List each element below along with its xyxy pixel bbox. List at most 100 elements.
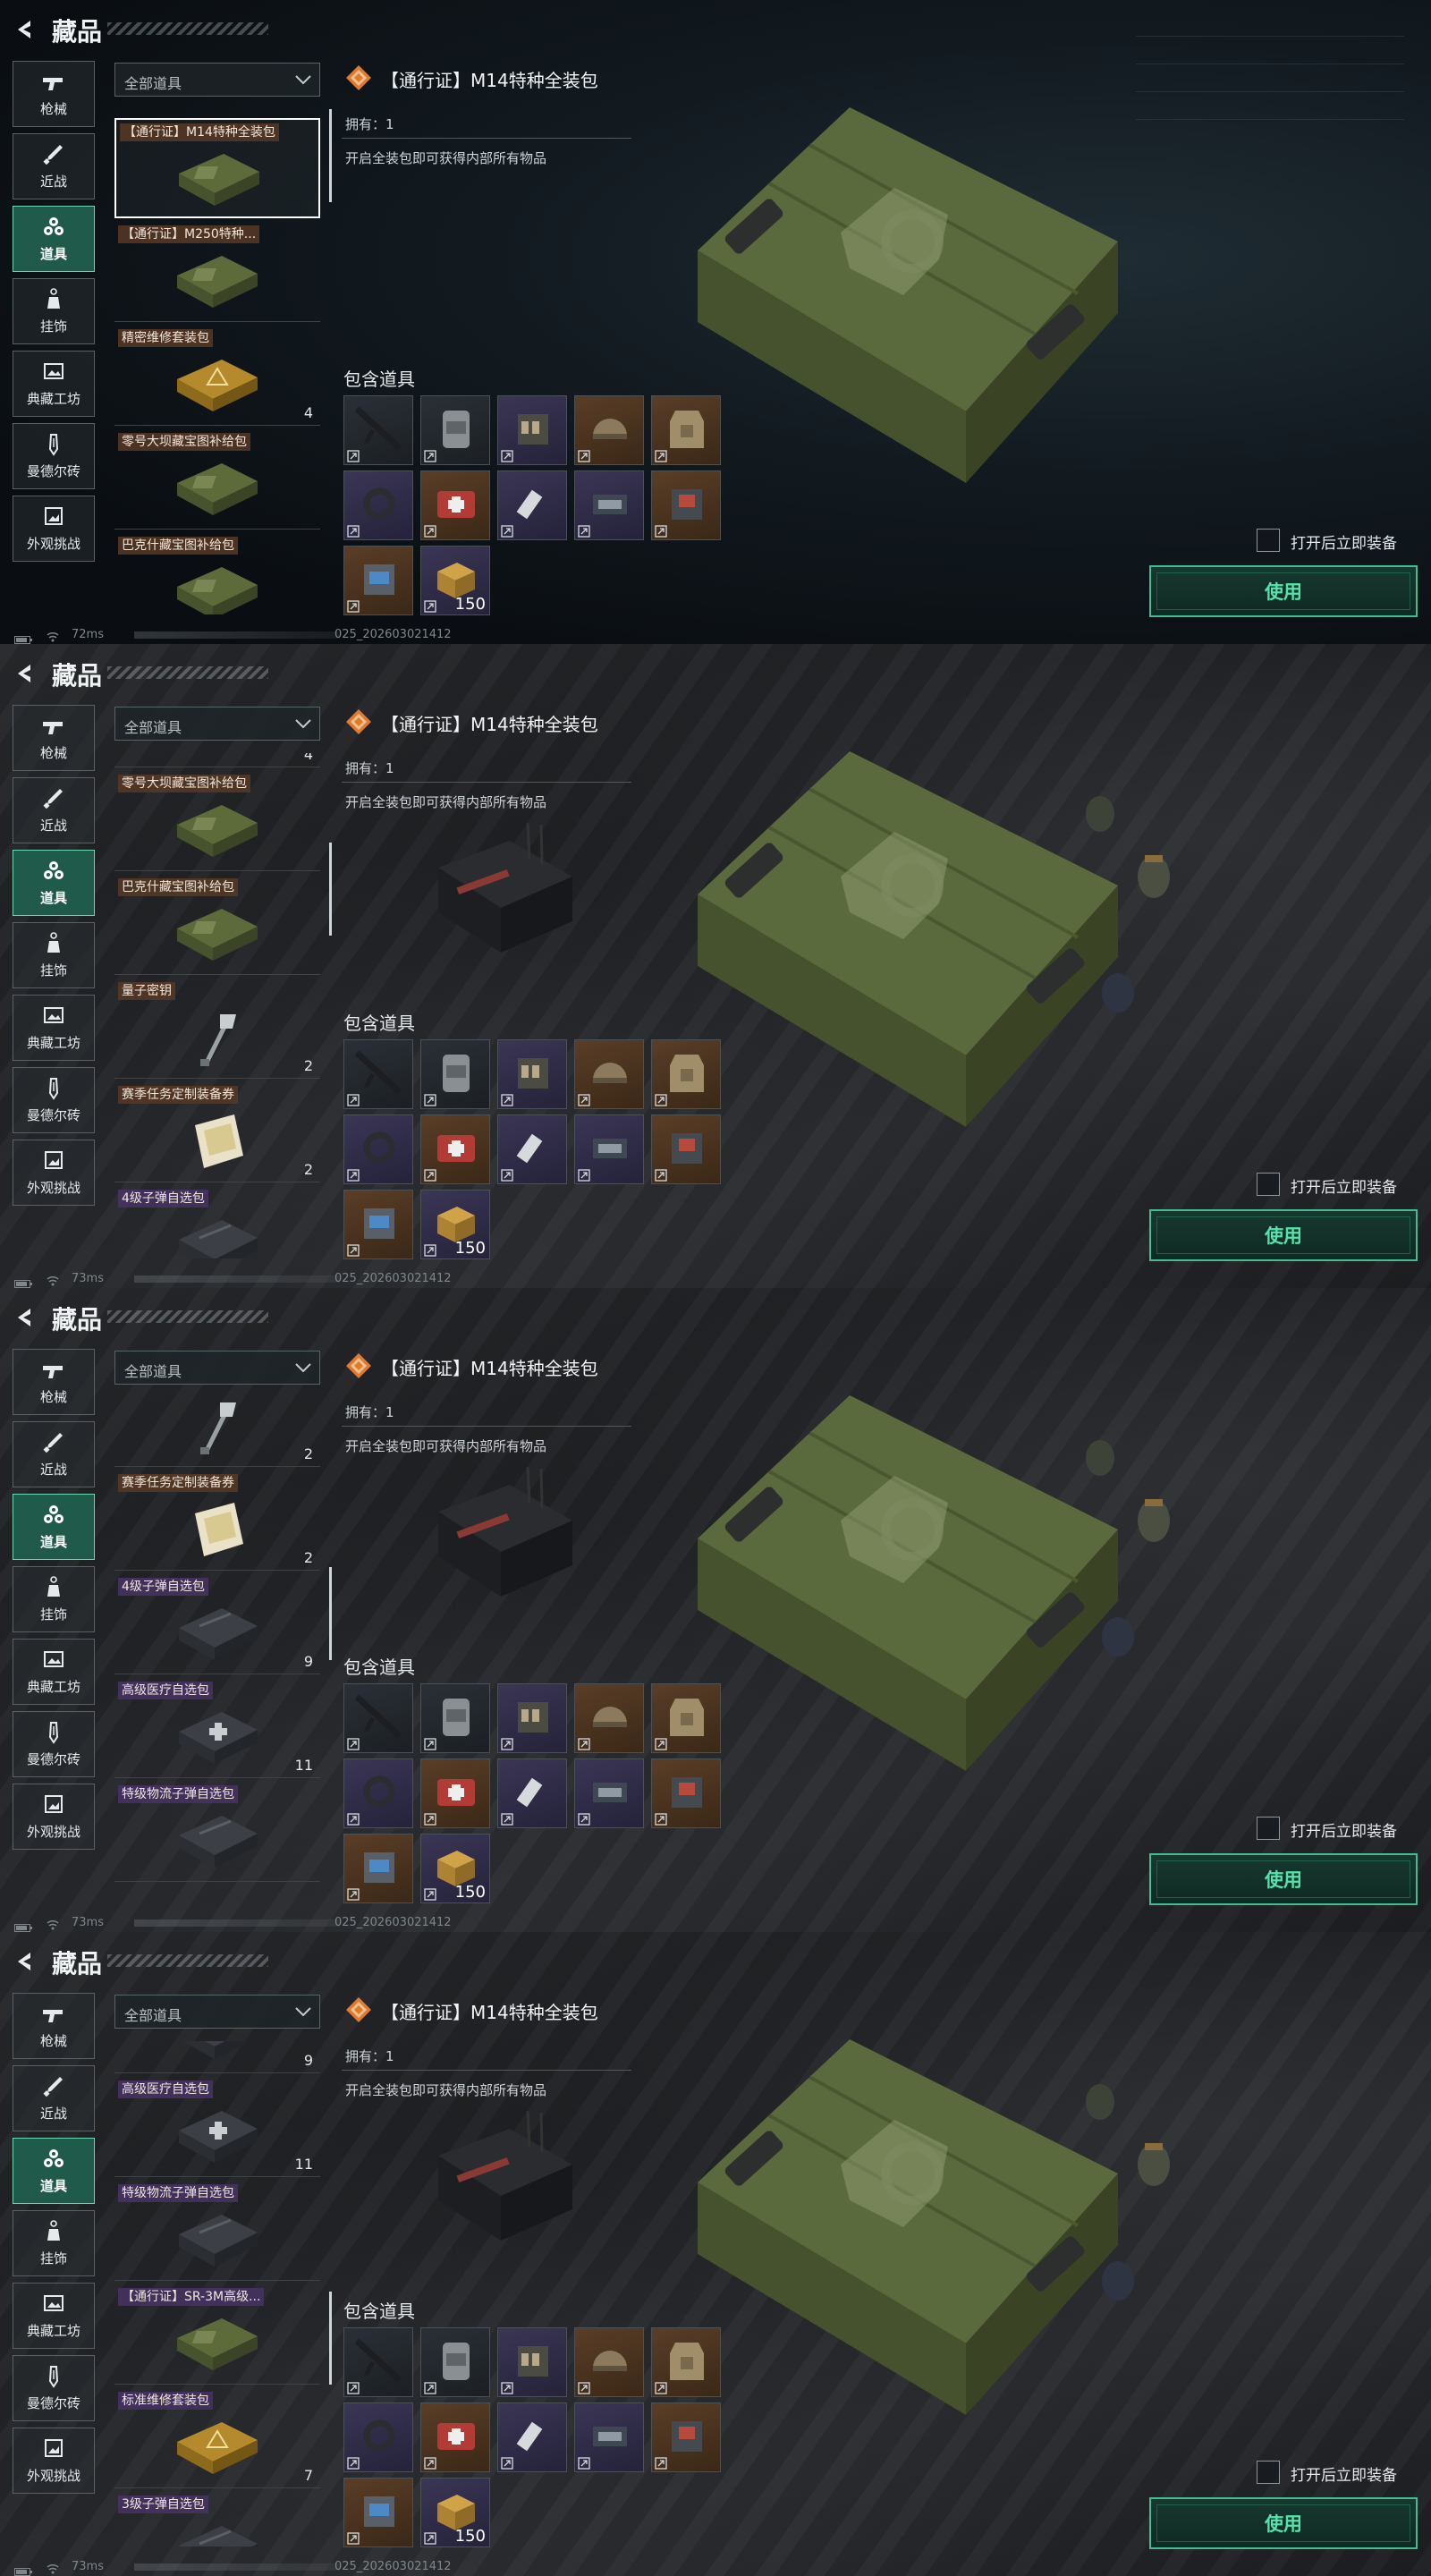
contained-item-battery-pack[interactable] xyxy=(343,2478,413,2547)
filter-dropdown[interactable]: 全部道具 xyxy=(114,63,320,97)
contained-item-backpack[interactable] xyxy=(420,1683,490,1753)
contained-item-supply-crate[interactable]: 150 xyxy=(420,2478,490,2547)
list-item[interactable]: 【通行证】M14特种全装包 xyxy=(114,118,320,218)
list-item[interactable]: 3级子弹自选包 xyxy=(114,2492,320,2546)
nav-item-0[interactable]: 枪械 xyxy=(13,1349,95,1415)
list-item[interactable]: 量子密钥2 xyxy=(114,979,320,1079)
contained-item-battery-pack[interactable] xyxy=(343,1834,413,1903)
contained-item-grenade-pack[interactable] xyxy=(651,470,721,540)
nav-item-3[interactable]: 挂饰 xyxy=(13,278,95,344)
auto-equip-checkbox[interactable] xyxy=(1257,1173,1280,1196)
contained-item-backpack[interactable] xyxy=(420,2327,490,2397)
contained-item-helmet[interactable] xyxy=(574,2327,644,2397)
contained-item-medkit[interactable] xyxy=(420,1114,490,1184)
filter-dropdown[interactable]: 全部道具 xyxy=(114,1351,320,1385)
contained-item-ammo-box[interactable] xyxy=(574,470,644,540)
list-scrollbar[interactable] xyxy=(329,109,332,202)
contained-item-grenade-pack[interactable] xyxy=(651,1758,721,1828)
nav-item-0[interactable]: 枪械 xyxy=(13,61,95,127)
list-item[interactable]: 特级物流子弹自选包 xyxy=(114,2181,320,2281)
filter-dropdown[interactable]: 全部道具 xyxy=(114,707,320,741)
contained-item-chest-rig[interactable] xyxy=(497,395,567,465)
contained-item-supply-crate[interactable]: 150 xyxy=(420,1834,490,1903)
use-button[interactable]: 使用 xyxy=(1149,1209,1418,1261)
item-list[interactable]: 量子密钥2 赛季任务定制装备券 2 4级子弹自选包 9 高级医疗自选包 11 特级物流子弹自选… xyxy=(114,1397,320,1902)
contained-item-medkit[interactable] xyxy=(420,1758,490,1828)
contained-item-chest-rig[interactable] xyxy=(497,1039,567,1109)
nav-item-4[interactable]: 典藏工坊 xyxy=(13,995,95,1061)
use-button[interactable]: 使用 xyxy=(1149,565,1418,617)
contained-item-supply-crate[interactable]: 150 xyxy=(420,1190,490,1259)
nav-item-0[interactable]: 枪械 xyxy=(13,1993,95,2059)
contained-item-grenade-pack[interactable] xyxy=(651,2402,721,2472)
nav-item-6[interactable]: 外观挑战 xyxy=(13,1784,95,1850)
contained-item-syringe[interactable] xyxy=(497,470,567,540)
list-item[interactable]: 【通行证】M250特种... xyxy=(114,222,320,322)
contained-item-rifle[interactable] xyxy=(343,395,413,465)
nav-item-4[interactable]: 典藏工坊 xyxy=(13,1639,95,1705)
contained-item-helmet[interactable] xyxy=(574,1039,644,1109)
filter-dropdown[interactable]: 全部道具 xyxy=(114,1995,320,2029)
list-item[interactable]: 标准维修套装包 7 xyxy=(114,2388,320,2488)
list-item[interactable]: 【通行证】SR-3M高级... xyxy=(114,2284,320,2385)
nav-item-3[interactable]: 挂饰 xyxy=(13,922,95,988)
contained-item-tourniquet[interactable] xyxy=(343,1758,413,1828)
nav-item-6[interactable]: 外观挑战 xyxy=(13,1140,95,1206)
list-item[interactable]: 9 xyxy=(114,2041,320,2073)
nav-item-2[interactable]: 道具 xyxy=(13,1494,95,1560)
contained-item-armor-vest[interactable] xyxy=(651,2327,721,2397)
contained-item-armor-vest[interactable] xyxy=(651,395,721,465)
contained-item-chest-rig[interactable] xyxy=(497,2327,567,2397)
nav-item-5[interactable]: 曼德尔砖 xyxy=(13,1067,95,1133)
back-arrow-icon[interactable] xyxy=(13,1306,36,1329)
nav-item-4[interactable]: 典藏工坊 xyxy=(13,351,95,417)
back-arrow-icon[interactable] xyxy=(13,662,36,685)
contained-item-rifle[interactable] xyxy=(343,2327,413,2397)
contained-item-ammo-box[interactable] xyxy=(574,1114,644,1184)
list-item[interactable]: 赛季任务定制装备券 2 xyxy=(114,1470,320,1571)
contained-item-medkit[interactable] xyxy=(420,470,490,540)
list-item[interactable]: 零号大坝藏宝图补给包 xyxy=(114,429,320,530)
nav-item-4[interactable]: 典藏工坊 xyxy=(13,2283,95,2349)
nav-item-5[interactable]: 曼德尔砖 xyxy=(13,2355,95,2421)
contained-item-backpack[interactable] xyxy=(420,1039,490,1109)
list-item[interactable]: 赛季任务定制装备券 2 xyxy=(114,1082,320,1182)
list-item[interactable]: 4级子弹自选包 xyxy=(114,1186,320,1258)
contained-item-armor-vest[interactable] xyxy=(651,1039,721,1109)
contained-item-tourniquet[interactable] xyxy=(343,1114,413,1184)
nav-item-5[interactable]: 曼德尔砖 xyxy=(13,423,95,489)
contained-item-syringe[interactable] xyxy=(497,2402,567,2472)
contained-item-helmet[interactable] xyxy=(574,1683,644,1753)
nav-item-1[interactable]: 近战 xyxy=(13,1421,95,1487)
item-list[interactable]: 4 零号大坝藏宝图补给包 巴克什藏宝图补给包 量子密钥 2 赛季任务定制装备券 2 4级子弹自… xyxy=(114,753,320,1258)
list-item[interactable]: 4级子弹自选包 9 xyxy=(114,1574,320,1674)
back-arrow-icon[interactable] xyxy=(13,1950,36,1973)
item-list[interactable]: 9 高级医疗自选包 11 特级物流子弹自选包 【通行证】SR-3M高级... 标准维修套装… xyxy=(114,2041,320,2546)
contained-item-ammo-box[interactable] xyxy=(574,1758,644,1828)
item-list[interactable]: 【通行证】M14特种全装包 【通行证】M250特种... 精密维修套装包 4 零号大坝藏… xyxy=(114,109,320,614)
list-item[interactable]: 高级医疗自选包 11 xyxy=(114,1678,320,1778)
nav-item-6[interactable]: 外观挑战 xyxy=(13,2428,95,2494)
list-item[interactable]: 高级医疗自选包 11 xyxy=(114,2077,320,2177)
contained-item-battery-pack[interactable] xyxy=(343,546,413,615)
nav-item-3[interactable]: 挂饰 xyxy=(13,2210,95,2276)
list-item[interactable]: 精密维修套装包 4 xyxy=(114,326,320,426)
use-button[interactable]: 使用 xyxy=(1149,2497,1418,2549)
list-item[interactable]: 零号大坝藏宝图补给包 xyxy=(114,771,320,871)
list-item[interactable]: 4 xyxy=(114,753,320,767)
contained-item-chest-rig[interactable] xyxy=(497,1683,567,1753)
list-item[interactable]: 巴克什藏宝图补给包 xyxy=(114,533,320,614)
contained-item-rifle[interactable] xyxy=(343,1683,413,1753)
nav-item-6[interactable]: 外观挑战 xyxy=(13,496,95,562)
nav-item-2[interactable]: 道具 xyxy=(13,206,95,272)
contained-item-armor-vest[interactable] xyxy=(651,1683,721,1753)
contained-item-helmet[interactable] xyxy=(574,395,644,465)
contained-item-grenade-pack[interactable] xyxy=(651,1114,721,1184)
list-scrollbar[interactable] xyxy=(329,2292,332,2385)
contained-item-ammo-box[interactable] xyxy=(574,2402,644,2472)
contained-item-tourniquet[interactable] xyxy=(343,470,413,540)
nav-item-2[interactable]: 道具 xyxy=(13,850,95,916)
list-item[interactable]: 量子密钥2 xyxy=(114,1397,320,1467)
auto-equip-checkbox[interactable] xyxy=(1257,1817,1280,1840)
list-scrollbar[interactable] xyxy=(329,843,332,936)
